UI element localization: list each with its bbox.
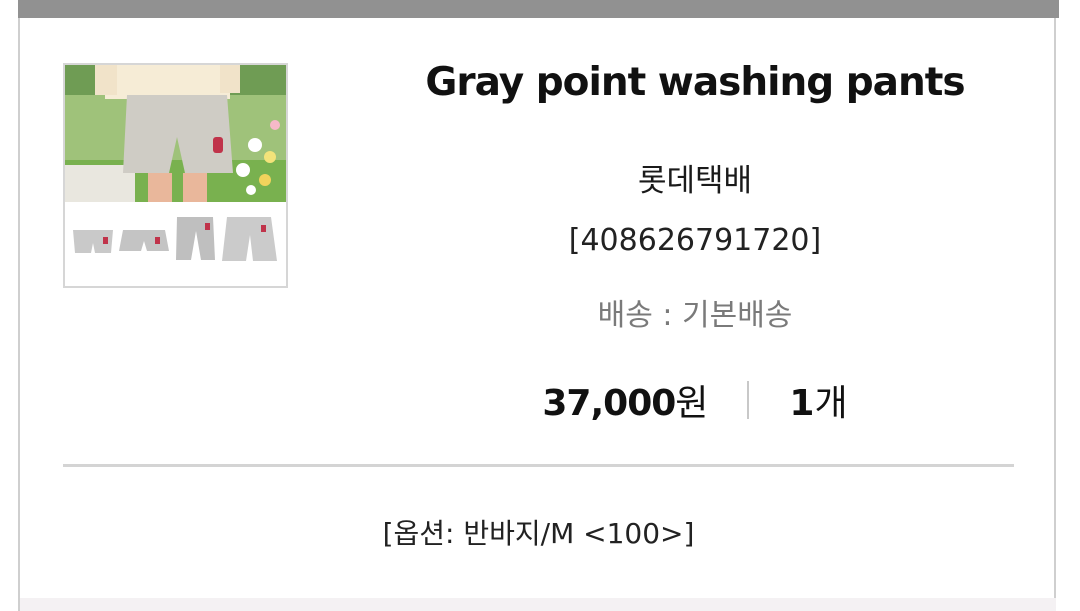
divider xyxy=(63,464,1014,467)
top-bar xyxy=(18,0,1059,18)
shipping-method: 배송 : 기본배송 xyxy=(597,298,793,333)
quantity: 1개 xyxy=(789,374,847,426)
product-thumbnail[interactable] xyxy=(63,63,288,288)
price-quantity-row: 37,000원 1개 xyxy=(340,374,1050,426)
product-image xyxy=(65,65,286,286)
bottom-strip xyxy=(20,598,1056,611)
delivery-carrier: 롯데택배 xyxy=(637,163,753,199)
price-number: 37,000 xyxy=(542,383,676,424)
qty-unit: 개 xyxy=(814,383,848,424)
price-unit: 원 xyxy=(675,383,708,424)
tracking-number: [408626791720] xyxy=(568,223,822,258)
price-qty-separator xyxy=(747,381,750,419)
price: 37,000원 xyxy=(542,374,708,426)
qty-number: 1 xyxy=(789,383,815,424)
option-text: [옵션: 반바지/M <100>] xyxy=(382,517,695,550)
product-title[interactable]: Gray point washing pants xyxy=(340,60,1050,105)
